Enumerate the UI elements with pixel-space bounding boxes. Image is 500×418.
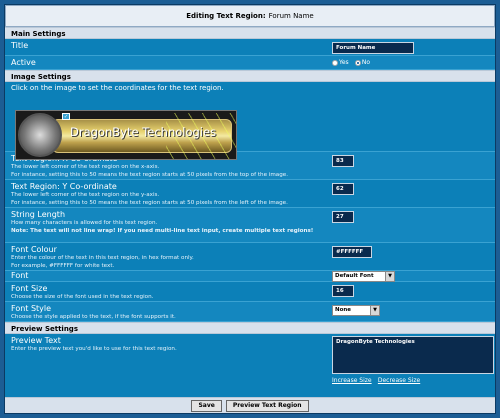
section-image-settings: Image Settings [5,70,495,82]
font-colour-desc: Enter the colour of the text in this tex… [11,255,194,261]
font-select[interactable]: Default Font ▼ [332,271,395,282]
radio-no-icon [354,59,361,66]
active-no-label: No [361,59,371,66]
panel-title: Editing Text Region: Forum Name [5,5,495,27]
x-coord-desc-2: For instance, setting this to 50 means t… [11,172,288,178]
font-colour-desc-2: For example, #FFFFFF for white text. [11,263,115,269]
string-length-row: String Length How many characters is all… [5,208,495,243]
region-image[interactable]: ✓ DragonByte Technologies [15,110,237,160]
dragon-logo-icon [18,113,62,157]
active-label: Active [11,58,36,67]
font-select-value: Default Font [335,273,374,279]
title-text: Editing Text Region: [186,12,266,20]
string-length-note: Note: The text will not line wrap! If yo… [11,228,314,234]
x-coord-input[interactable]: 83 [332,155,354,167]
font-label: Font [11,271,29,280]
preview-size-links: Increase Size Decrease Size [332,376,424,384]
font-style-label: Font Style [11,304,52,313]
edit-panel: Editing Text Region: Forum Name Main Set… [4,4,496,414]
font-style-select-value: None [335,307,352,313]
increase-size-link[interactable]: Increase Size [332,377,372,384]
font-colour-row: Font Colour Enter the colour of the text… [5,243,495,271]
font-size-label: Font Size [11,284,48,293]
y-coord-label: Text Region: Y Co-ordinate [11,182,117,191]
chevron-down-icon: ▼ [370,306,379,315]
chevron-down-icon: ▼ [385,272,394,281]
active-yes-radio[interactable]: Yes [332,59,349,66]
preview-text-textarea[interactable]: DragonByte Technologies [332,336,494,374]
decrease-size-link[interactable]: Decrease Size [378,377,420,384]
y-coord-row: Text Region: Y Co-ordinate The lower lef… [5,180,495,208]
form-footer: Save Preview Text Region [5,397,495,413]
preview-text-row: Preview Text Enter the preview text you'… [5,334,495,388]
font-row: Font Default Font ▼ [5,271,495,282]
font-style-row: Font Style Choose the style applied to t… [5,302,495,322]
save-button[interactable]: Save [191,399,222,412]
preview-text-region-button[interactable]: Preview Text Region [225,399,309,412]
font-size-desc: Choose the size of the font used in the … [11,294,154,300]
checkmark-badge-icon: ✓ [62,113,70,120]
title-row: Title Forum Name [5,39,495,56]
string-length-input[interactable]: 27 [332,211,354,223]
string-length-label: String Length [11,210,66,219]
y-coord-desc-2: For instance, setting this to 50 means t… [11,200,288,206]
font-colour-input[interactable]: #FFFFFF [332,246,372,258]
active-row: Active Yes No [5,56,495,70]
image-instruction: Click on the image to set the coordinate… [11,84,224,92]
active-radio-group: Yes No [332,59,374,68]
y-coord-desc: The lower left corner of the text region… [11,192,160,198]
string-length-desc: How many characters is allowed for this … [11,220,158,226]
section-main-settings: Main Settings [5,27,495,39]
section-preview-settings: Preview Settings [5,322,495,334]
font-colour-label: Font Colour [11,245,57,254]
title-label: Title [11,41,29,50]
x-coord-desc: The lower left corner of the text region… [11,164,160,170]
font-style-desc: Choose the style applied to the text, if… [11,314,176,320]
y-coord-input[interactable]: 62 [332,183,354,195]
active-no-radio[interactable]: No [354,59,371,66]
banner-text: DragonByte Technologies [70,125,217,139]
active-yes-label: Yes [339,59,349,66]
title-subtitle: Forum Name [268,12,314,20]
radio-yes-icon [332,59,338,66]
font-style-select[interactable]: None ▼ [332,305,380,316]
font-size-input[interactable]: 16 [332,285,354,297]
title-input[interactable]: Forum Name [332,42,414,54]
font-size-row: Font Size Choose the size of the font us… [5,282,495,302]
